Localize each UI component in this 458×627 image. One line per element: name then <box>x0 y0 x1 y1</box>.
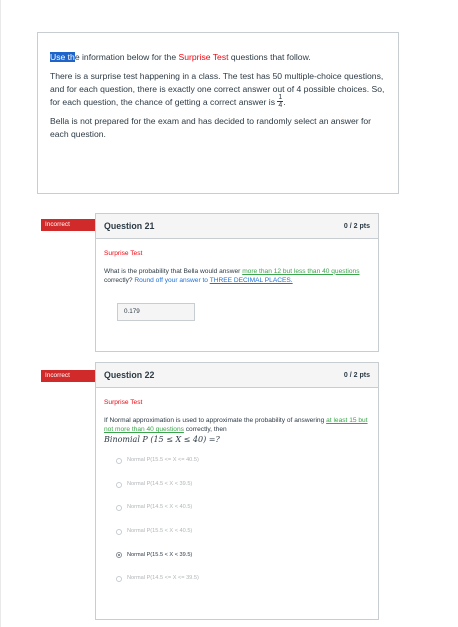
info-text: questions that follow. <box>228 52 311 62</box>
question-highlight-green: more than 12 but less than 40 questions <box>242 267 360 275</box>
question-text: What is the probability that Bella would… <box>104 267 370 286</box>
answer-option[interactable]: Normal P(14.5 < X < 39.5) <box>116 480 370 490</box>
option-label: Normal P(15.5 < X < 40.5) <box>127 528 193 535</box>
question-22-body: Surprise Test If Normal approximation is… <box>96 388 378 608</box>
question-instruction-underlined: THREE DECIMAL PLACES. <box>209 277 293 284</box>
answer-input[interactable]: 0.179 <box>117 302 195 321</box>
info-paragraph-1: Use the information below for the Surpri… <box>50 51 386 64</box>
radio-button-selected[interactable] <box>116 552 122 559</box>
question-instruction: Round off your answer to <box>134 277 210 284</box>
information-box: Use the information below for the Surpri… <box>37 32 399 194</box>
question-21-body: Surprise Test What is the probability th… <box>96 239 378 331</box>
answer-options: Normal P(15.5 <= X <= 40.5) Normal P(14.… <box>104 456 370 584</box>
incorrect-tag-q21: Incorrect <box>41 219 103 231</box>
radio-button[interactable] <box>116 575 122 582</box>
info-paragraph-3: Bella is not prepared for the exam and h… <box>50 116 372 140</box>
question-22-card: Question 22 0 / 2 pts Surprise Test If N… <box>95 362 379 620</box>
option-label: Normal P(14.5 < X < 39.5) <box>127 480 193 487</box>
question-21-header: Question 21 0 / 2 pts <box>96 214 378 239</box>
question-title: Question 21 <box>104 221 155 231</box>
selected-text: Use th <box>50 52 75 62</box>
question-text-part: What is the probability that Bella would… <box>104 267 243 275</box>
radio-button[interactable] <box>116 458 122 464</box>
option-label: Normal P(15.5 <= X <= 40.5) <box>127 457 199 464</box>
option-label: Normal P(15.5 < X < 39.5) <box>127 551 193 558</box>
section-label: Surprise Test <box>104 250 143 257</box>
option-label: Normal P(14.5 <= X <= 39.5) <box>127 575 199 582</box>
section-label: Surprise Test <box>104 399 143 406</box>
question-points: 0 / 2 pts <box>343 222 370 230</box>
radio-button[interactable] <box>116 481 122 488</box>
answer-option[interactable]: Normal P(15.5 <= X <= 40.5) <box>116 456 370 466</box>
answer-option[interactable]: Normal P(14.5 < X < 40.5) <box>116 503 370 513</box>
answer-option-selected[interactable]: Normal P(15.5 < X < 39.5) <box>116 550 370 560</box>
radio-button[interactable] <box>116 528 122 535</box>
question-formula: Binomial P (15 ≤ X ≤ 40) =? <box>104 434 220 444</box>
question-text-part: correctly, then <box>183 426 227 433</box>
question-21-card: Question 21 0 / 2 pts Surprise Test What… <box>95 213 379 352</box>
incorrect-tag-q22: Incorrect <box>41 370 103 382</box>
answer-option[interactable]: Normal P(14.5 <= X <= 39.5) <box>116 574 370 584</box>
info-text: . <box>283 97 286 107</box>
page-left-border <box>0 0 1 627</box>
info-paragraph-2: There is a surprise test happening in a … <box>50 70 386 109</box>
question-22-header: Question 22 0 / 2 pts <box>96 363 378 388</box>
info-text: e information below for the <box>74 52 179 62</box>
question-text-part: correctly? <box>104 277 135 284</box>
question-points: 0 / 2 pts <box>343 371 370 379</box>
question-text: If Normal approximation is used to appro… <box>104 416 370 435</box>
radio-button[interactable] <box>116 505 122 512</box>
option-label: Normal P(14.5 < X < 40.5) <box>127 504 193 511</box>
question-text-part: If Normal approximation is used to appro… <box>104 416 327 424</box>
answer-option[interactable]: Normal P(15.5 < X < 40.5) <box>116 527 370 537</box>
surprise-test-label: Surprise Test <box>178 52 229 62</box>
info-text: There is a surprise test happening in a … <box>50 71 385 107</box>
question-title: Question 22 <box>104 370 155 380</box>
